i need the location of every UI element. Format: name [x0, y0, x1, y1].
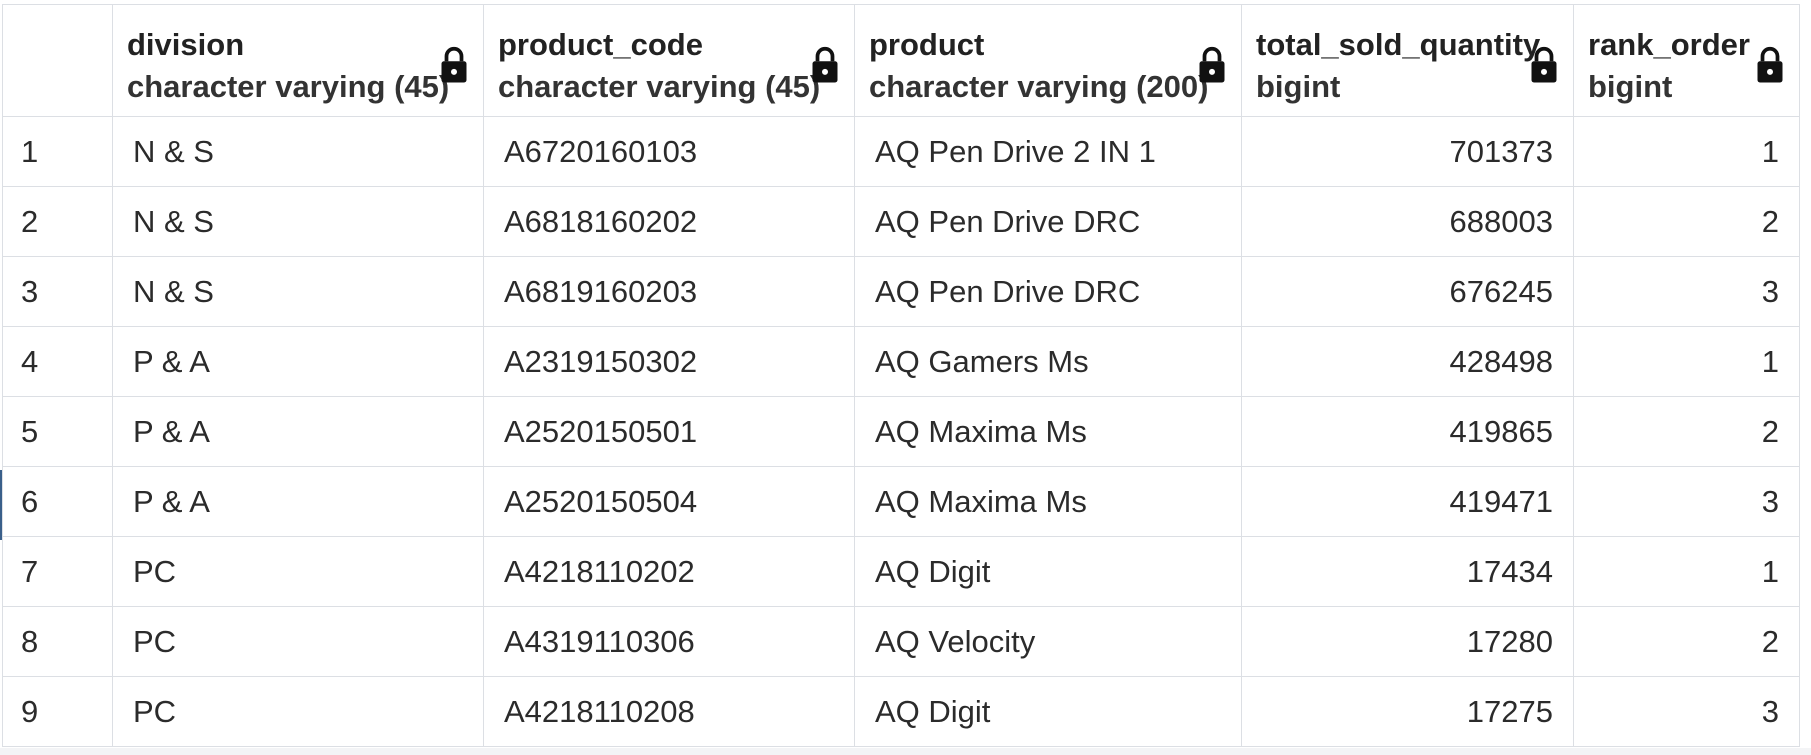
cell-total-sold-quantity[interactable]: 676245 — [1241, 256, 1574, 327]
cell-rank-order[interactable]: 1 — [1573, 116, 1800, 187]
column-type: character varying (45) — [498, 69, 821, 104]
row-number[interactable]: 9 — [2, 676, 113, 747]
cell-product[interactable]: AQ Gamers Ms — [854, 326, 1242, 397]
cell-total-sold-quantity[interactable]: 419865 — [1241, 396, 1574, 467]
column-name: product_code — [498, 27, 703, 62]
lock-icon — [441, 46, 467, 83]
cell-product[interactable]: AQ Pen Drive 2 IN 1 — [854, 116, 1242, 187]
cell-product-code[interactable]: A2319150302 — [483, 326, 855, 397]
table-row[interactable]: 5 P & A A2520150501 AQ Maxima Ms 419865 … — [2, 396, 1800, 467]
cell-rank-order[interactable]: 2 — [1573, 396, 1800, 467]
cell-total-sold-quantity[interactable]: 428498 — [1241, 326, 1574, 397]
row-number[interactable]: 2 — [2, 186, 113, 257]
column-type: character varying (45) — [127, 69, 450, 104]
lock-icon — [1199, 46, 1225, 83]
column-name: division — [127, 27, 245, 62]
cell-product-code[interactable]: A4319110306 — [483, 606, 855, 677]
cell-rank-order[interactable]: 3 — [1573, 256, 1800, 327]
cell-total-sold-quantity[interactable]: 17275 — [1241, 676, 1574, 747]
cell-division[interactable]: P & A — [112, 466, 484, 537]
cell-product-code[interactable]: A4218110202 — [483, 536, 855, 607]
column-header-division[interactable]: division character varying (45) — [112, 4, 484, 117]
cell-product[interactable]: AQ Digit — [854, 536, 1242, 607]
column-header-product[interactable]: product character varying (200) — [854, 4, 1242, 117]
column-name: product — [869, 27, 985, 62]
cell-total-sold-quantity[interactable]: 17434 — [1241, 536, 1574, 607]
cell-product-code[interactable]: A2520150501 — [483, 396, 855, 467]
row-number[interactable]: 5 — [2, 396, 113, 467]
row-number[interactable]: 1 — [2, 116, 113, 187]
cell-product[interactable]: AQ Maxima Ms — [854, 396, 1242, 467]
cell-product[interactable]: AQ Pen Drive DRC — [854, 186, 1242, 257]
cell-product-code[interactable]: A6819160203 — [483, 256, 855, 327]
lock-icon — [1531, 46, 1557, 83]
cell-division[interactable]: N & S — [112, 186, 484, 257]
column-header-product-code[interactable]: product_code character varying (45) — [483, 4, 855, 117]
cell-total-sold-quantity[interactable]: 701373 — [1241, 116, 1574, 187]
cell-product-code[interactable]: A6818160202 — [483, 186, 855, 257]
row-number[interactable]: 7 — [2, 536, 113, 607]
cell-product[interactable]: AQ Pen Drive DRC — [854, 256, 1242, 327]
cell-product-code[interactable]: A2520150504 — [483, 466, 855, 537]
cell-division[interactable]: PC — [112, 536, 484, 607]
cell-division[interactable]: P & A — [112, 396, 484, 467]
cell-rank-order[interactable]: 3 — [1573, 466, 1800, 537]
cell-product[interactable]: AQ Velocity — [854, 606, 1242, 677]
result-table: division character varying (45) product_… — [2, 4, 1800, 747]
cell-product[interactable]: AQ Digit — [854, 676, 1242, 747]
table-row[interactable]: 8 PC A4319110306 AQ Velocity 17280 2 — [2, 606, 1800, 677]
grid-bottom-edge — [0, 748, 1811, 755]
column-header-rank-order[interactable]: rank_order bigint — [1573, 4, 1800, 117]
cell-product[interactable]: AQ Maxima Ms — [854, 466, 1242, 537]
cell-total-sold-quantity[interactable]: 17280 — [1241, 606, 1574, 677]
row-number[interactable]: 8 — [2, 606, 113, 677]
cell-product-code[interactable]: A4218110208 — [483, 676, 855, 747]
table-row[interactable]: 3 N & S A6819160203 AQ Pen Drive DRC 676… — [2, 256, 1800, 327]
cell-rank-order[interactable]: 2 — [1573, 606, 1800, 677]
table-row[interactable]: 4 P & A A2319150302 AQ Gamers Ms 428498 … — [2, 326, 1800, 397]
cell-rank-order[interactable]: 1 — [1573, 536, 1800, 607]
cell-division[interactable]: P & A — [112, 326, 484, 397]
row-number[interactable]: 4 — [2, 326, 113, 397]
cell-rank-order[interactable]: 2 — [1573, 186, 1800, 257]
cell-division[interactable]: N & S — [112, 256, 484, 327]
column-type: bigint — [1256, 69, 1341, 104]
table-row[interactable]: 9 PC A4218110208 AQ Digit 17275 3 — [2, 676, 1800, 747]
cell-product-code[interactable]: A6720160103 — [483, 116, 855, 187]
row-number[interactable]: 3 — [2, 256, 113, 327]
column-type: character varying (200) — [869, 69, 1209, 104]
lock-icon — [812, 46, 838, 83]
row-number-header[interactable] — [2, 4, 113, 117]
row-number[interactable]: 6 — [2, 466, 113, 537]
cell-division[interactable]: PC — [112, 676, 484, 747]
cell-division[interactable]: PC — [112, 606, 484, 677]
cell-total-sold-quantity[interactable]: 688003 — [1241, 186, 1574, 257]
header-row: division character varying (45) product_… — [2, 4, 1800, 117]
table-row[interactable]: 2 N & S A6818160202 AQ Pen Drive DRC 688… — [2, 186, 1800, 257]
cell-total-sold-quantity[interactable]: 419471 — [1241, 466, 1574, 537]
table-row[interactable]: 7 PC A4218110202 AQ Digit 17434 1 — [2, 536, 1800, 607]
table-row[interactable]: 6 P & A A2520150504 AQ Maxima Ms 419471 … — [2, 466, 1800, 537]
table-row[interactable]: 1 N & S A6720160103 AQ Pen Drive 2 IN 1 … — [2, 116, 1800, 187]
cell-division[interactable]: N & S — [112, 116, 484, 187]
lock-icon — [1757, 46, 1783, 83]
cell-rank-order[interactable]: 3 — [1573, 676, 1800, 747]
column-name: total_sold_quantity — [1256, 27, 1541, 62]
cell-rank-order[interactable]: 1 — [1573, 326, 1800, 397]
column-header-total-sold-quantity[interactable]: total_sold_quantity bigint — [1241, 4, 1574, 117]
query-result-grid: division character varying (45) product_… — [0, 0, 1811, 755]
